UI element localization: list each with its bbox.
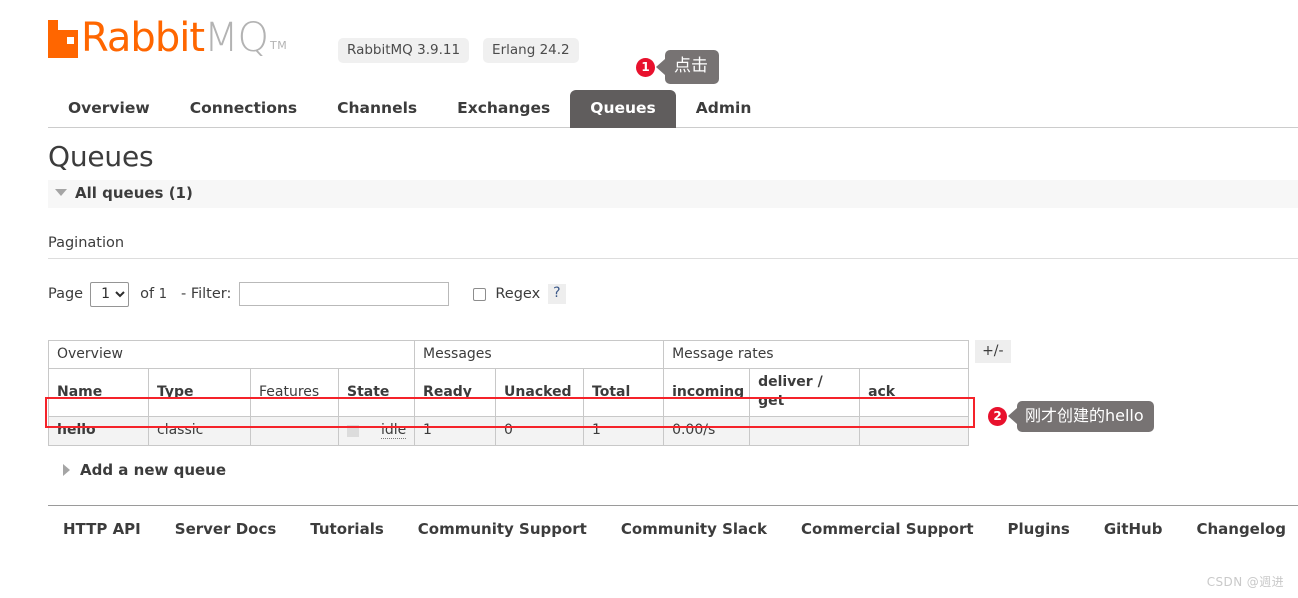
table-row[interactable]: hello classic idle 1 0 1 0.00/s — [48, 416, 970, 447]
column-header-type[interactable]: Type — [148, 368, 251, 418]
annotation-1-text: 点击 — [665, 50, 719, 85]
all-queues-section-header[interactable]: All queues (1) — [48, 179, 1298, 208]
annotation-1: 1 点击 — [636, 50, 719, 85]
cell-rate-ack — [859, 416, 970, 447]
cell-queue-state: idle — [337, 416, 416, 447]
main-navigation: Overview Connections Channels Exchanges … — [48, 88, 1298, 128]
version-badges: RabbitMQ 3.9.11 Erlang 24.2 — [338, 38, 579, 64]
page-label: Page — [48, 286, 84, 303]
badge-erlang-version: Erlang 24.2 — [483, 38, 579, 64]
cell-messages-unacked: 0 — [495, 416, 585, 447]
footer-link-community-slack[interactable]: Community Slack — [621, 520, 767, 538]
column-header-ack[interactable]: ack — [859, 368, 970, 418]
annotation-1-badge: 1 — [636, 57, 655, 77]
footer-link-commercial-support[interactable]: Commercial Support — [801, 520, 974, 538]
chevron-down-icon — [55, 189, 67, 197]
cell-rate-incoming: 0.00/s — [663, 416, 751, 447]
annotation-2-arrow-icon — [1008, 408, 1017, 425]
pagination-heading: Pagination — [48, 235, 1298, 259]
cell-messages-ready: 1 — [414, 416, 497, 447]
all-queues-label: All queues (1) — [75, 183, 193, 202]
page-title: Queues — [48, 140, 154, 173]
nav-item-channels[interactable]: Channels — [317, 90, 437, 128]
nav-item-exchanges[interactable]: Exchanges — [437, 90, 570, 128]
rabbitmq-management-page: Rabbit MQ TM RabbitMQ 3.9.11 Erlang 24.2… — [0, 0, 1298, 598]
annotation-2-text: 刚才创建的hello — [1017, 400, 1154, 432]
of-word: of — [140, 286, 155, 303]
chevron-right-icon — [63, 464, 70, 477]
watermark: CSDN @週进 — [1206, 575, 1284, 589]
footer-link-community-support[interactable]: Community Support — [418, 520, 587, 538]
cell-queue-name[interactable]: hello — [48, 416, 149, 447]
cell-queue-features — [250, 416, 339, 447]
footer-link-plugins[interactable]: Plugins — [1008, 520, 1070, 538]
regex-checkbox[interactable] — [473, 287, 487, 301]
page-of-label: of 1 — [140, 286, 167, 302]
cell-messages-total: 1 — [583, 416, 665, 447]
nav-item-queues[interactable]: Queues — [570, 90, 676, 128]
nav-item-connections[interactable]: Connections — [170, 90, 317, 128]
cell-rate-deliver-get — [749, 416, 861, 447]
column-header-incoming[interactable]: incoming — [663, 368, 751, 418]
pagination-controls: Page 1 of 1 - Filter: Regex ? — [48, 281, 1298, 307]
annotation-1-arrow-icon — [656, 59, 665, 76]
footer-link-github[interactable]: GitHub — [1104, 520, 1163, 538]
column-header-unacked[interactable]: Unacked — [495, 368, 585, 418]
cell-queue-type: classic — [148, 416, 251, 447]
filter-input[interactable] — [239, 282, 450, 307]
add-new-queue-label: Add a new queue — [80, 461, 227, 480]
page-footer: HTTP API Server Docs Tutorials Community… — [48, 505, 1298, 538]
page-select[interactable]: 1 — [90, 281, 130, 307]
footer-links: HTTP API Server Docs Tutorials Community… — [48, 520, 1298, 538]
footer-link-tutorials[interactable]: Tutorials — [310, 520, 383, 538]
nav-item-admin[interactable]: Admin — [676, 90, 772, 128]
table-group-header-row: Overview Messages Message rates — [47, 339, 970, 370]
state-text: idle — [381, 422, 407, 440]
column-header-total[interactable]: Total — [583, 368, 665, 418]
logo-trademark: TM — [270, 39, 288, 52]
annotation-2: 2 刚才创建的hello — [988, 400, 1154, 432]
column-header-deliver-get[interactable]: deliver / get — [749, 368, 861, 418]
group-header-messages: Messages — [414, 339, 665, 370]
footer-link-changelog[interactable]: Changelog — [1196, 520, 1286, 538]
nav-item-overview[interactable]: Overview — [48, 90, 170, 128]
column-header-name[interactable]: Name — [48, 368, 149, 418]
main-content: Queues All queues (1) Pagination Page 1 … — [45, 140, 1298, 479]
footer-link-server-docs[interactable]: Server Docs — [175, 520, 277, 538]
regex-label: Regex — [495, 286, 541, 303]
footer-link-http-api[interactable]: HTTP API — [63, 520, 141, 538]
logo-text-mq: MQ — [204, 15, 269, 61]
rabbitmq-logo-icon — [48, 20, 78, 58]
column-header-features: Features — [250, 368, 339, 418]
add-new-queue-section[interactable]: Add a new queue — [48, 461, 1298, 479]
column-header-ready[interactable]: Ready — [414, 368, 497, 418]
queues-table: Overview Messages Message rates Name Typ… — [47, 339, 970, 447]
group-header-overview: Overview — [47, 339, 416, 370]
rabbitmq-logo[interactable]: Rabbit MQ TM — [48, 18, 287, 58]
toggle-columns-button[interactable]: +/- — [975, 339, 1011, 364]
filter-label: - Filter: — [180, 286, 232, 303]
column-header-state[interactable]: State — [337, 368, 416, 418]
table-column-header-row: Name Type Features State Ready Unacked T… — [48, 368, 970, 418]
badge-rabbitmq-version: RabbitMQ 3.9.11 — [338, 38, 470, 64]
state-indicator-icon — [347, 424, 359, 437]
group-header-message-rates: Message rates — [663, 339, 970, 370]
queues-table-area: Overview Messages Message rates Name Typ… — [45, 339, 1298, 447]
annotation-2-badge: 2 — [988, 406, 1007, 426]
total-pages: 1 — [158, 287, 167, 303]
logo-text-rabbit: Rabbit — [81, 15, 205, 61]
regex-help-button[interactable]: ? — [548, 284, 566, 304]
